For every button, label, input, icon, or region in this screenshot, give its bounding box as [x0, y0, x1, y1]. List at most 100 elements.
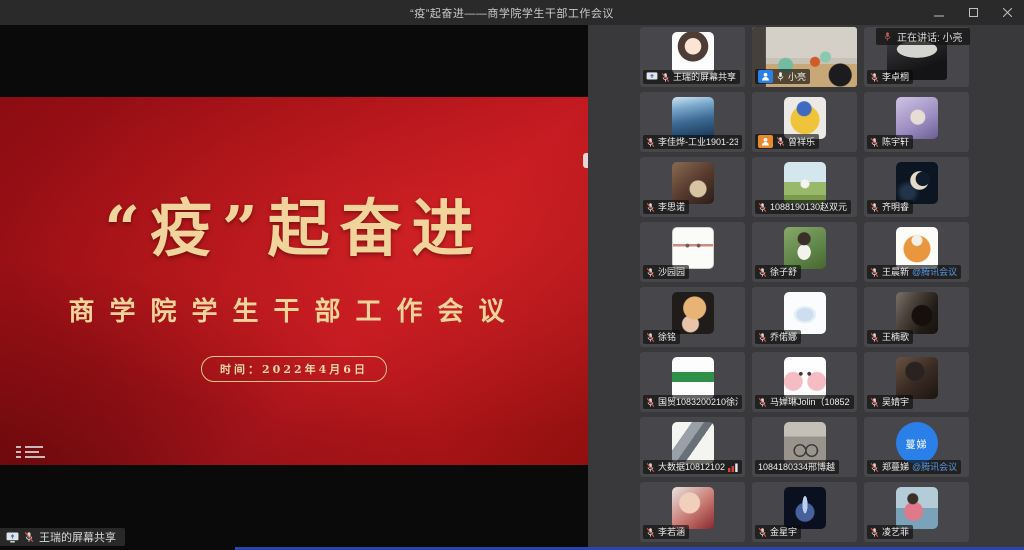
participant-tile[interactable]: 曾祥乐: [752, 92, 857, 152]
mic-muted-icon: [24, 531, 34, 543]
participant-tile[interactable]: 王瑞的屏幕共享: [640, 27, 745, 87]
avatar-wolf: [672, 422, 714, 464]
participant-label: 徐铭: [643, 330, 680, 344]
participant-tile[interactable]: 沙园园: [640, 222, 745, 282]
participant-tile[interactable]: 吴婧宇: [864, 352, 969, 412]
participant-tile[interactable]: 小亮: [752, 27, 857, 87]
avatar-baby: [672, 487, 714, 529]
participant-tile[interactable]: 徐子舒: [752, 222, 857, 282]
title-bar: “疫”起奋进——商学院学生干部工作会议: [0, 0, 1024, 25]
mic-muted-icon: [758, 397, 767, 408]
participant-name: 国贸1083200210徐洋...: [658, 396, 738, 408]
participant-label: 凌艺菲: [867, 525, 913, 539]
participant-name: 金星宇: [770, 526, 797, 538]
participant-tile[interactable]: 金星宇: [752, 482, 857, 542]
participant-name: 王瑞的屏幕共享: [673, 71, 736, 83]
participant-tile[interactable]: 蔓娣郑蔓娣@腾讯会议: [864, 417, 969, 477]
participant-tile[interactable]: 1088190130赵双元: [752, 157, 857, 217]
mic-muted-icon: [758, 332, 767, 343]
mic-muted-icon: [758, 202, 767, 213]
slide-subtitle: 商学院学生干部工作会议: [68, 291, 519, 328]
speaking-banner: 正在讲话: 小亮: [876, 28, 970, 45]
avatar-waterfall: [672, 97, 714, 139]
participant-suffix: @腾讯会议: [912, 461, 957, 473]
participant-label: 吴婧宇: [867, 395, 913, 409]
avatar-cute-face: [784, 357, 826, 399]
presenter-overlay: 王瑞的屏幕共享: [0, 528, 125, 546]
member-badge-icon: [758, 135, 773, 148]
participant-label: 王瑞的屏幕共享: [643, 70, 740, 84]
mic-muted-icon: [870, 462, 879, 473]
participant-tile[interactable]: 马婵琳Jolin（108520...: [752, 352, 857, 412]
participant-name: 吴婧宇: [882, 396, 909, 408]
mic-muted-icon: [870, 137, 879, 148]
participant-label: 国贸1083200210徐洋...: [643, 395, 742, 409]
avatar-green-logo: [672, 357, 714, 399]
avatar-pastel-cat: [784, 292, 826, 334]
avatar-girl-cartoon: [672, 32, 714, 74]
maximize-button[interactable]: [956, 0, 990, 25]
window-controls: [922, 0, 1024, 25]
mic-muted-icon: [870, 72, 879, 83]
participant-tile[interactable]: 齐明睿: [864, 157, 969, 217]
participant-label: 曾祥乐: [755, 134, 819, 149]
maximize-icon: [969, 8, 978, 17]
participant-tile[interactable]: 1084180334邢博越: [752, 417, 857, 477]
participant-name: 1088190130赵双元: [770, 201, 847, 213]
mic-muted-icon: [870, 332, 879, 343]
participants-grid: 王瑞的屏幕共享小亮李卓桐李佳烨-工业1901-23曾祥乐陈宇轩李思诺108819…: [640, 27, 969, 542]
minimize-button[interactable]: [922, 0, 956, 25]
minimize-icon: [934, 8, 944, 18]
participant-name: 曾祥乐: [788, 136, 815, 148]
participant-tile[interactable]: 李思诺: [640, 157, 745, 217]
participant-name: 李思诺: [658, 201, 685, 213]
mic-muted-icon: [870, 267, 879, 278]
presenter-label: 王瑞的屏幕共享: [39, 529, 116, 545]
participant-name: 沙园园: [658, 266, 685, 278]
participant-name: 凌艺菲: [882, 526, 909, 538]
avatar-tiger: [896, 227, 938, 269]
participant-name: 李佳烨-工业1901-23: [658, 136, 738, 148]
participant-label: 齐明睿: [867, 200, 913, 214]
participant-tile[interactable]: 国贸1083200210徐洋...: [640, 352, 745, 412]
avatar-sea: [896, 487, 938, 529]
participant-tile[interactable]: 王楠歌: [864, 287, 969, 347]
participant-tile[interactable]: 乔偌娜: [752, 287, 857, 347]
participant-name: 乔偌娜: [770, 331, 797, 343]
participant-tile[interactable]: 凌艺菲: [864, 482, 969, 542]
slide-date-badge: 时间：2022年4月6日: [201, 356, 387, 382]
mic-muted-icon: [870, 202, 879, 213]
participant-name: 小亮: [788, 71, 806, 83]
mic-muted-icon: [646, 527, 655, 538]
mic-muted-icon: [870, 527, 879, 538]
avatar-sketch: [672, 227, 714, 269]
participant-label: 1088190130赵双元: [755, 200, 851, 214]
participant-tile[interactable]: 王晨新@腾讯会议: [864, 222, 969, 282]
mic-muted-icon: [646, 202, 655, 213]
participant-label: 金星宇: [755, 525, 801, 539]
avatar-desk: [896, 292, 938, 334]
window-title: “疫”起奋进——商学院学生干部工作会议: [0, 5, 1024, 21]
participant-name: 徐铭: [658, 331, 676, 343]
participant-tile[interactable]: 大数据108121023...: [640, 417, 745, 477]
participant-name: 1084180334邢博越: [758, 461, 835, 473]
close-button[interactable]: [990, 0, 1024, 25]
avatar-girl-dog: [672, 162, 714, 204]
speaking-banner-label: 正在讲话: 小亮: [897, 29, 963, 44]
avatar-bicycle: [784, 422, 826, 464]
participant-tile[interactable]: 李佳烨-工业1901-23: [640, 92, 745, 152]
mic-muted-icon: [776, 136, 785, 147]
participant-label: 大数据108121023...: [643, 460, 742, 474]
avatar-field: [784, 162, 826, 204]
participant-name: 王楠歌: [882, 331, 909, 343]
avatar-girl-outdoor: [784, 227, 826, 269]
participant-tile[interactable]: 徐铭: [640, 287, 745, 347]
participant-name: 徐子舒: [770, 266, 797, 278]
avatar-cat-meme: [672, 292, 714, 334]
avatar-girl-dark: [896, 357, 938, 399]
presentation-slide: “疫”起奋进 商学院学生干部工作会议 时间：2022年4月6日: [0, 97, 588, 465]
participant-label: 李若涵: [643, 525, 689, 539]
participant-tile[interactable]: 李若涵: [640, 482, 745, 542]
avatar-blue-circle: 蔓娣: [896, 422, 938, 464]
participant-tile[interactable]: 陈宇轩: [864, 92, 969, 152]
